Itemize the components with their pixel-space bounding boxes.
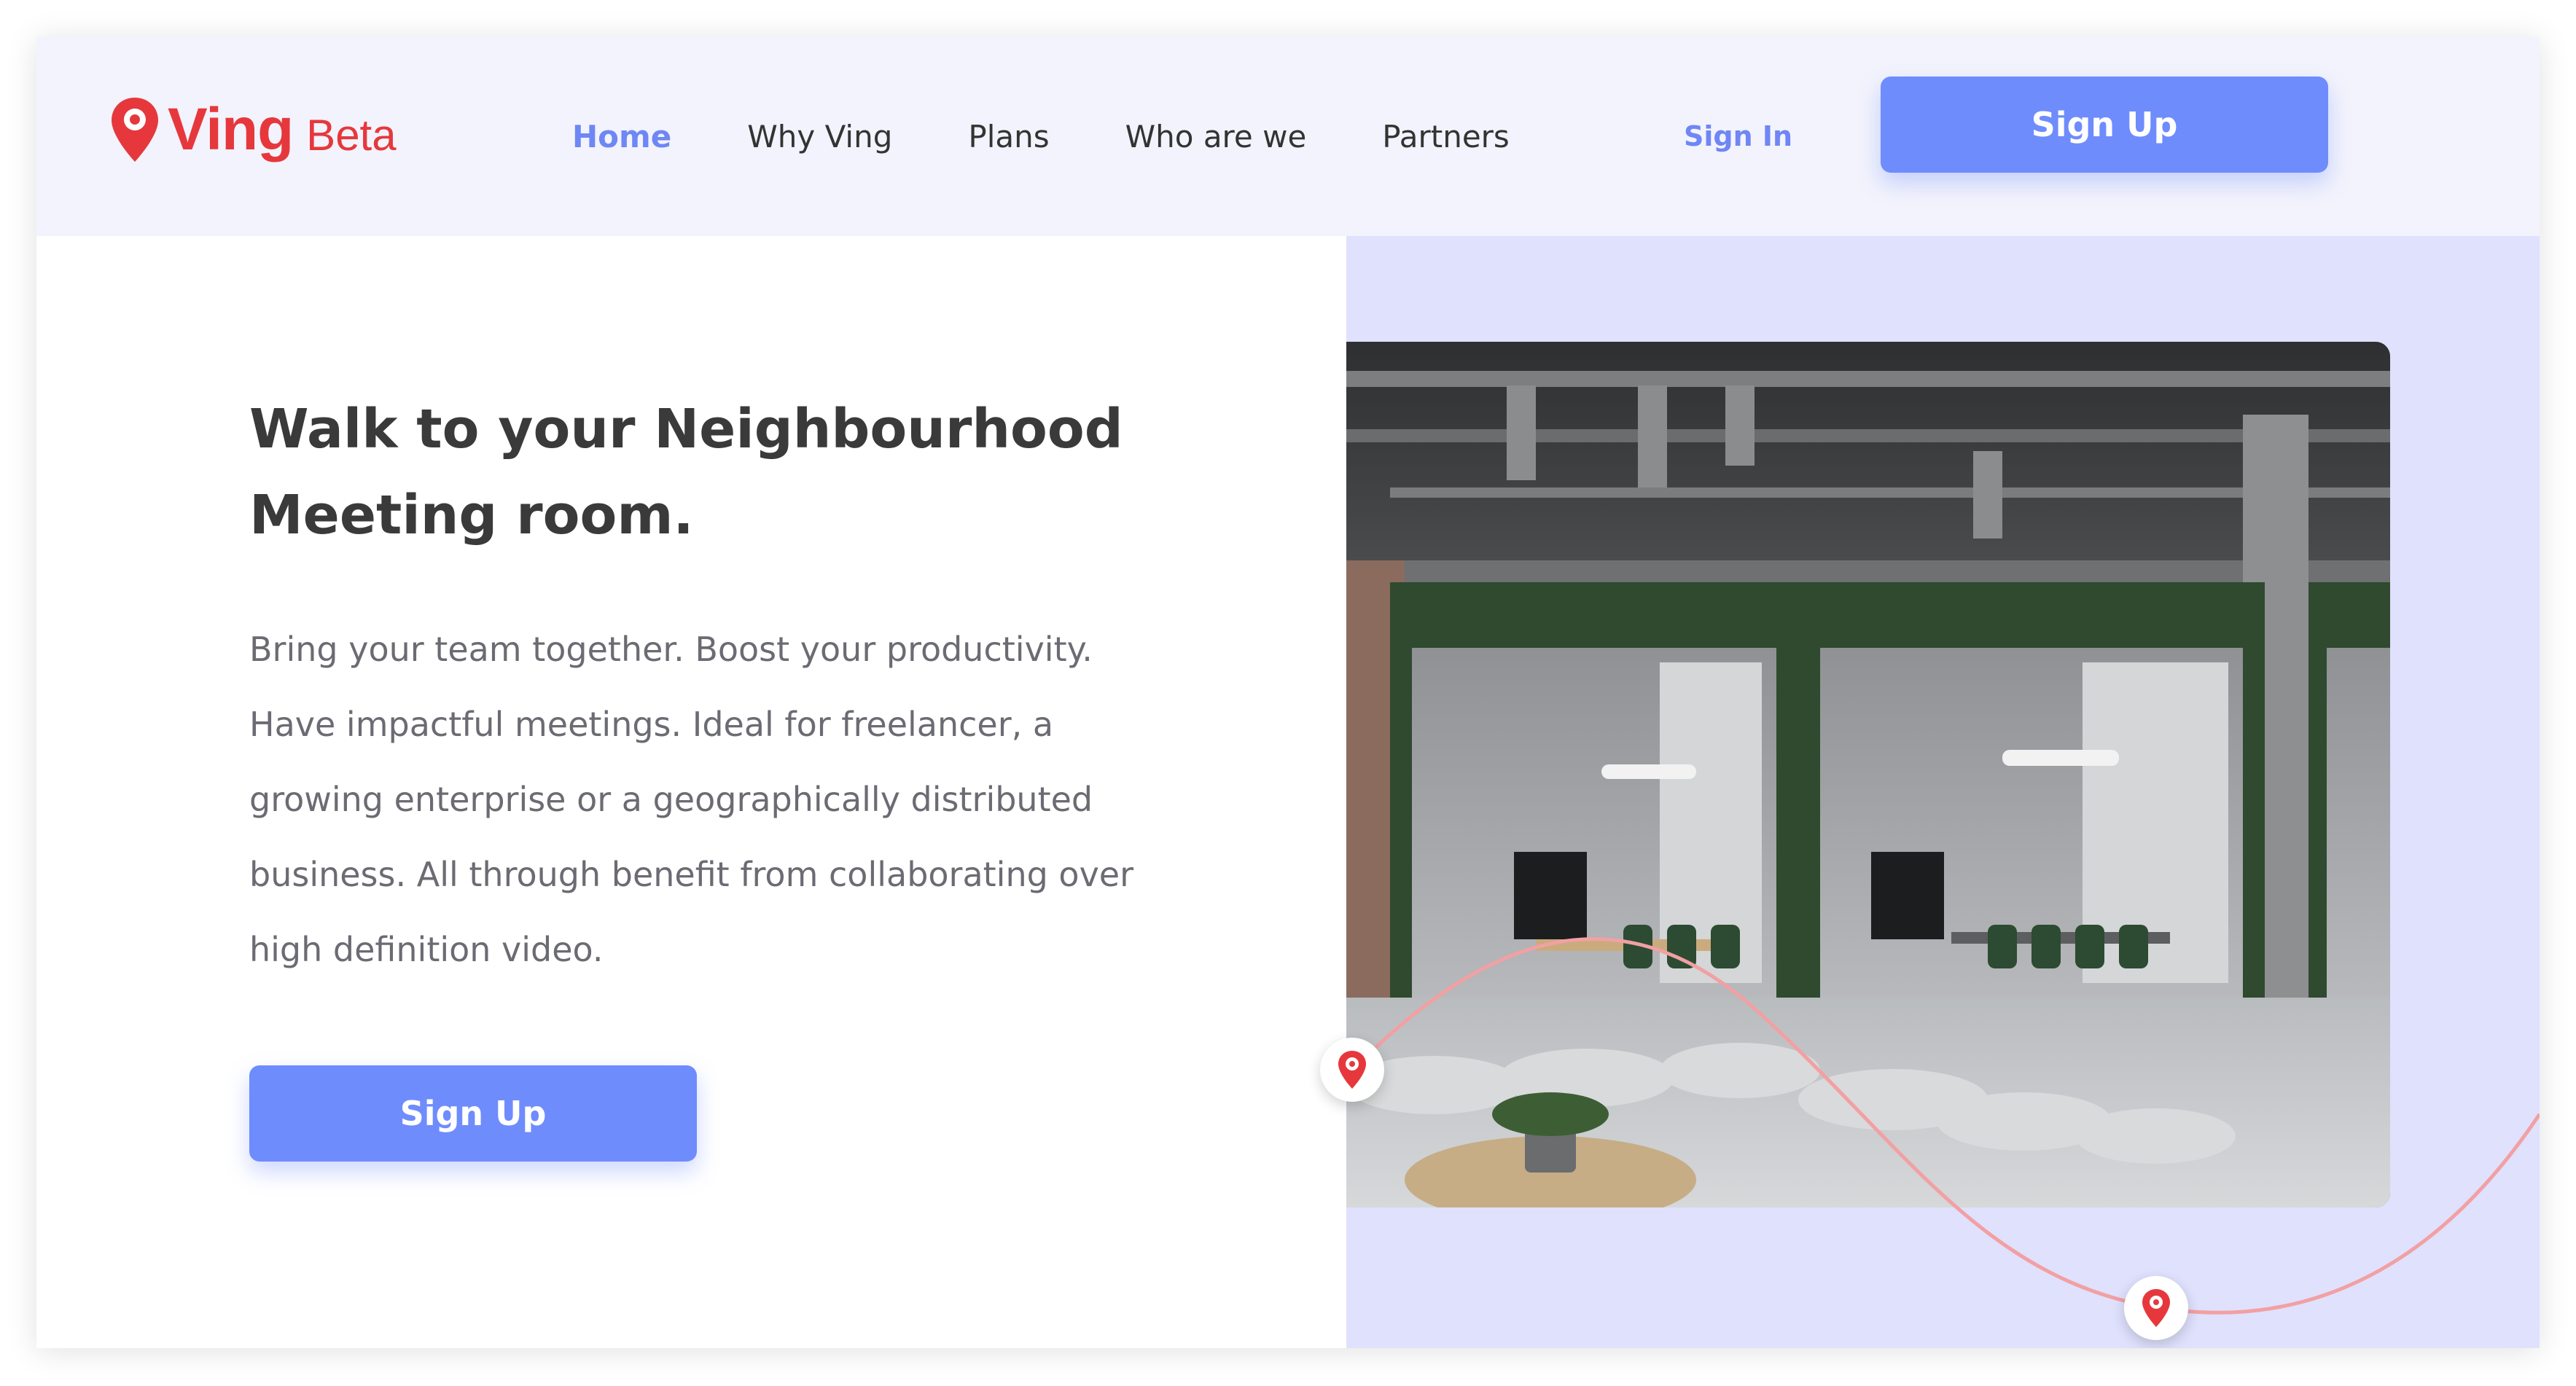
- hero-title-line-2: Meeting room.: [249, 484, 694, 547]
- map-pin-marker[interactable]: [2124, 1276, 2188, 1340]
- brand-name: Ving: [168, 96, 294, 163]
- hero-description: Bring your team together. Boost your pro…: [249, 612, 1270, 987]
- meeting-room-photo: [1346, 342, 2390, 1207]
- hero-title: Walk to your Neighbourhood Meeting room.: [249, 386, 1160, 558]
- nav-item-who-are-we[interactable]: Who are we: [1125, 119, 1307, 154]
- map-pin-icon: [112, 98, 158, 162]
- map-pin-icon: [1338, 1051, 1366, 1089]
- map-pin-marker[interactable]: [1320, 1038, 1384, 1102]
- map-pin-icon: [2142, 1289, 2170, 1327]
- page-frame: Ving Beta Home Why Ving Plans Who are we…: [36, 36, 2540, 1348]
- nav-item-partners[interactable]: Partners: [1382, 119, 1510, 154]
- brand-logo[interactable]: Ving Beta: [109, 86, 397, 173]
- nav-item-why-ving[interactable]: Why Ving: [747, 119, 892, 154]
- hero-image-panel: [1320, 236, 2540, 1348]
- sign-in-link[interactable]: Sign In: [1684, 36, 1792, 236]
- nav-item-plans[interactable]: Plans: [968, 119, 1049, 154]
- nav-item-home[interactable]: Home: [572, 119, 671, 154]
- site-header: Ving Beta Home Why Ving Plans Who are we…: [36, 36, 2540, 236]
- hero-sign-up-button[interactable]: Sign Up: [249, 1065, 697, 1162]
- hero-description-line: Have impactful meetings. Ideal for freel…: [249, 705, 1054, 744]
- hero-description-line: high definition video.: [249, 930, 604, 969]
- meeting-room-illustration: [1346, 342, 2390, 1207]
- hero-description-line: business. All through benefit from colla…: [249, 855, 1134, 894]
- main-nav: Home Why Ving Plans Who are we Partners: [572, 36, 1585, 236]
- hero-description-line: Bring your team together. Boost your pro…: [249, 630, 1093, 669]
- hero-title-line-1: Walk to your Neighbourhood: [249, 398, 1123, 461]
- brand-tag: Beta: [306, 110, 397, 160]
- hero-description-line: growing enterprise or a geographically d…: [249, 780, 1093, 819]
- header-sign-up-button[interactable]: Sign Up: [1881, 77, 2328, 173]
